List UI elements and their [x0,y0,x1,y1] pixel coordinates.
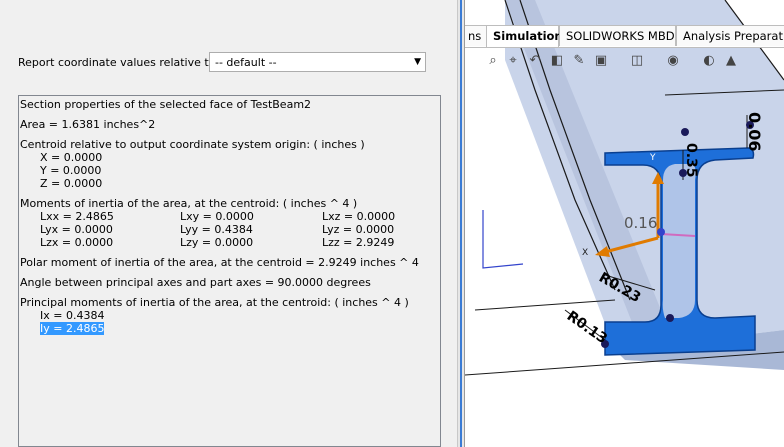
chevron-down-icon[interactable]: ▼ [414,57,421,67]
previous-view-icon[interactable]: ↶ [527,53,543,69]
polar-moment-line: Polar moment of inertia of the area, at … [20,256,419,269]
heads-up-toolbar: ⌕ ⌖ ↶ ◧ ✎ ▣ ◫ ◉ ◐ ▲ [465,48,784,76]
x-axis-label: X [582,248,588,258]
view-orientation-icon[interactable]: ▣ [593,53,609,69]
edit-appearance-icon[interactable]: ◐ [701,53,717,69]
centroid-x: X = 0.0000 [40,151,103,164]
section-view-icon[interactable]: ◧ [549,53,565,69]
lyz-value: Lyz = 0.0000 [322,223,395,236]
lyy-value: Lyy = 0.4384 [180,223,253,236]
lxy-value: Lxy = 0.0000 [180,210,254,223]
moments-title: Moments of inertia of the area, at the c… [20,197,358,210]
zoom-to-fit-icon[interactable]: ⌕ [485,53,501,69]
centroid-z: Z = 0.0000 [40,177,103,190]
y-axis-label: Y [649,153,656,163]
dimension-0-16[interactable]: 0.16 [624,214,657,232]
dynamic-annotation-icon[interactable]: ✎ [571,53,587,69]
area-line: Area = 1.6381 inches^2 [20,118,156,131]
tab-sketch-partial[interactable]: ns [465,25,489,46]
command-manager-tabs: ns Simulation SOLIDWORKS MBD Analysis Pr… [465,25,784,48]
lzx-value: Lzx = 0.0000 [40,236,114,249]
centroid-y: Y = 0.0000 [40,164,102,177]
moments-row: Lzx = 0.0000 Lzy = 0.0000 Lzz = 2.9249 [20,236,440,249]
tab-solidworks-mbd[interactable]: SOLIDWORKS MBD [559,25,676,46]
section-properties-panel: Report coordinate values relative to: --… [0,0,457,447]
splitter[interactable] [457,0,465,447]
hide-show-icon[interactable]: ◉ [665,53,681,69]
moments-row: Lxx = 2.4865 Lxy = 0.0000 Lxz = 0.0000 [20,210,440,223]
dimension-0-06[interactable]: 0.06 [745,112,764,151]
display-style-icon[interactable]: ◫ [629,53,645,69]
apply-scene-icon[interactable]: ▲ [723,53,739,69]
zoom-area-icon[interactable]: ⌖ [505,53,521,69]
results-textbox[interactable]: Section properties of the selected face … [18,95,441,447]
moments-row: Lyx = 0.0000 Lyy = 0.4384 Lyz = 0.0000 [20,223,440,236]
principal-iy-selected: Iy = 2.4865 [40,322,105,335]
angle-line: Angle between principal axes and part ax… [20,276,371,289]
principal-title: Principal moments of inertia of the area… [20,296,409,309]
tab-analysis-preparation[interactable]: Analysis Preparation [676,25,784,46]
coord-system-label: Report coordinate values relative to: [18,56,220,69]
origin-triad [482,210,524,269]
lyx-value: Lyx = 0.0000 [40,223,113,236]
centroid-title: Centroid relative to output coordinate s… [20,138,365,151]
lzy-value: Lzy = 0.0000 [180,236,254,249]
lxx-value: Lxx = 2.4865 [40,210,114,223]
graphics-area[interactable]: 0.06 0.35 0.16 R0.23 R0.13 Y X ns Simula… [465,0,784,447]
results-header: Section properties of the selected face … [20,98,312,111]
lzz-value: Lzz = 2.9249 [322,236,395,249]
coord-system-select[interactable]: -- default -- ▼ [209,52,426,72]
dimension-0-35[interactable]: 0.35 [683,143,699,178]
principal-ix: Ix = 0.4384 [40,309,105,322]
lxz-value: Lxz = 0.0000 [322,210,396,223]
coord-system-value: -- default -- [215,56,277,69]
tab-simulation[interactable]: Simulation [486,25,563,47]
